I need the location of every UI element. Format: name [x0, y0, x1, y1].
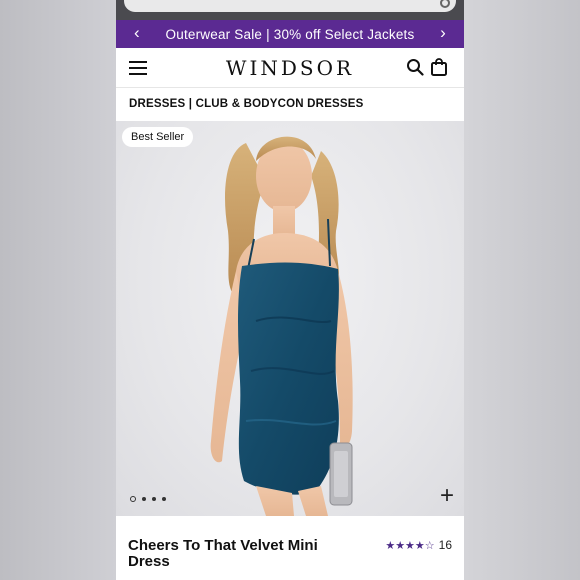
breadcrumb[interactable]: DRESSES | CLUB & BODYCON DRESSES — [116, 88, 464, 121]
product-title[interactable]: Cheers To That Velvet Mini Dress — [128, 538, 348, 570]
pagination-dot[interactable] — [162, 497, 166, 501]
search-icon[interactable] — [406, 58, 424, 76]
promo-text[interactable]: Outerwear Sale | 30% off Select Jackets — [166, 27, 415, 42]
star-rating-icon: ★★★★☆ — [385, 539, 435, 552]
chevron-right-icon[interactable]: › — [440, 23, 446, 43]
plus-icon[interactable]: + — [440, 484, 454, 508]
background-right — [464, 0, 580, 580]
phone-screen: ‹ Outerwear Sale | 30% off Select Jacket… — [116, 0, 464, 580]
url-field[interactable] — [124, 0, 456, 12]
pagination-dot[interactable] — [142, 497, 146, 501]
product-info: Cheers To That Velvet Mini Dress ★★★★☆ 1… — [116, 516, 464, 580]
review-count: 16 — [438, 538, 452, 552]
site-header: WINDSOR — [116, 48, 464, 88]
product-rating[interactable]: ★★★★☆ 16 — [385, 538, 452, 552]
browser-address-bar — [116, 0, 464, 20]
promo-banner[interactable]: ‹ Outerwear Sale | 30% off Select Jacket… — [116, 20, 464, 48]
chevron-left-icon[interactable]: ‹ — [134, 23, 140, 43]
best-seller-badge: Best Seller — [122, 127, 194, 147]
background-left — [0, 0, 116, 580]
pagination-dot-active[interactable] — [130, 496, 136, 502]
image-pagination[interactable] — [130, 496, 166, 502]
shopping-bag-icon[interactable] — [430, 58, 448, 76]
pagination-dot[interactable] — [152, 497, 156, 501]
product-photo — [210, 136, 353, 516]
product-image-gallery[interactable]: Best Seller + — [116, 121, 464, 516]
